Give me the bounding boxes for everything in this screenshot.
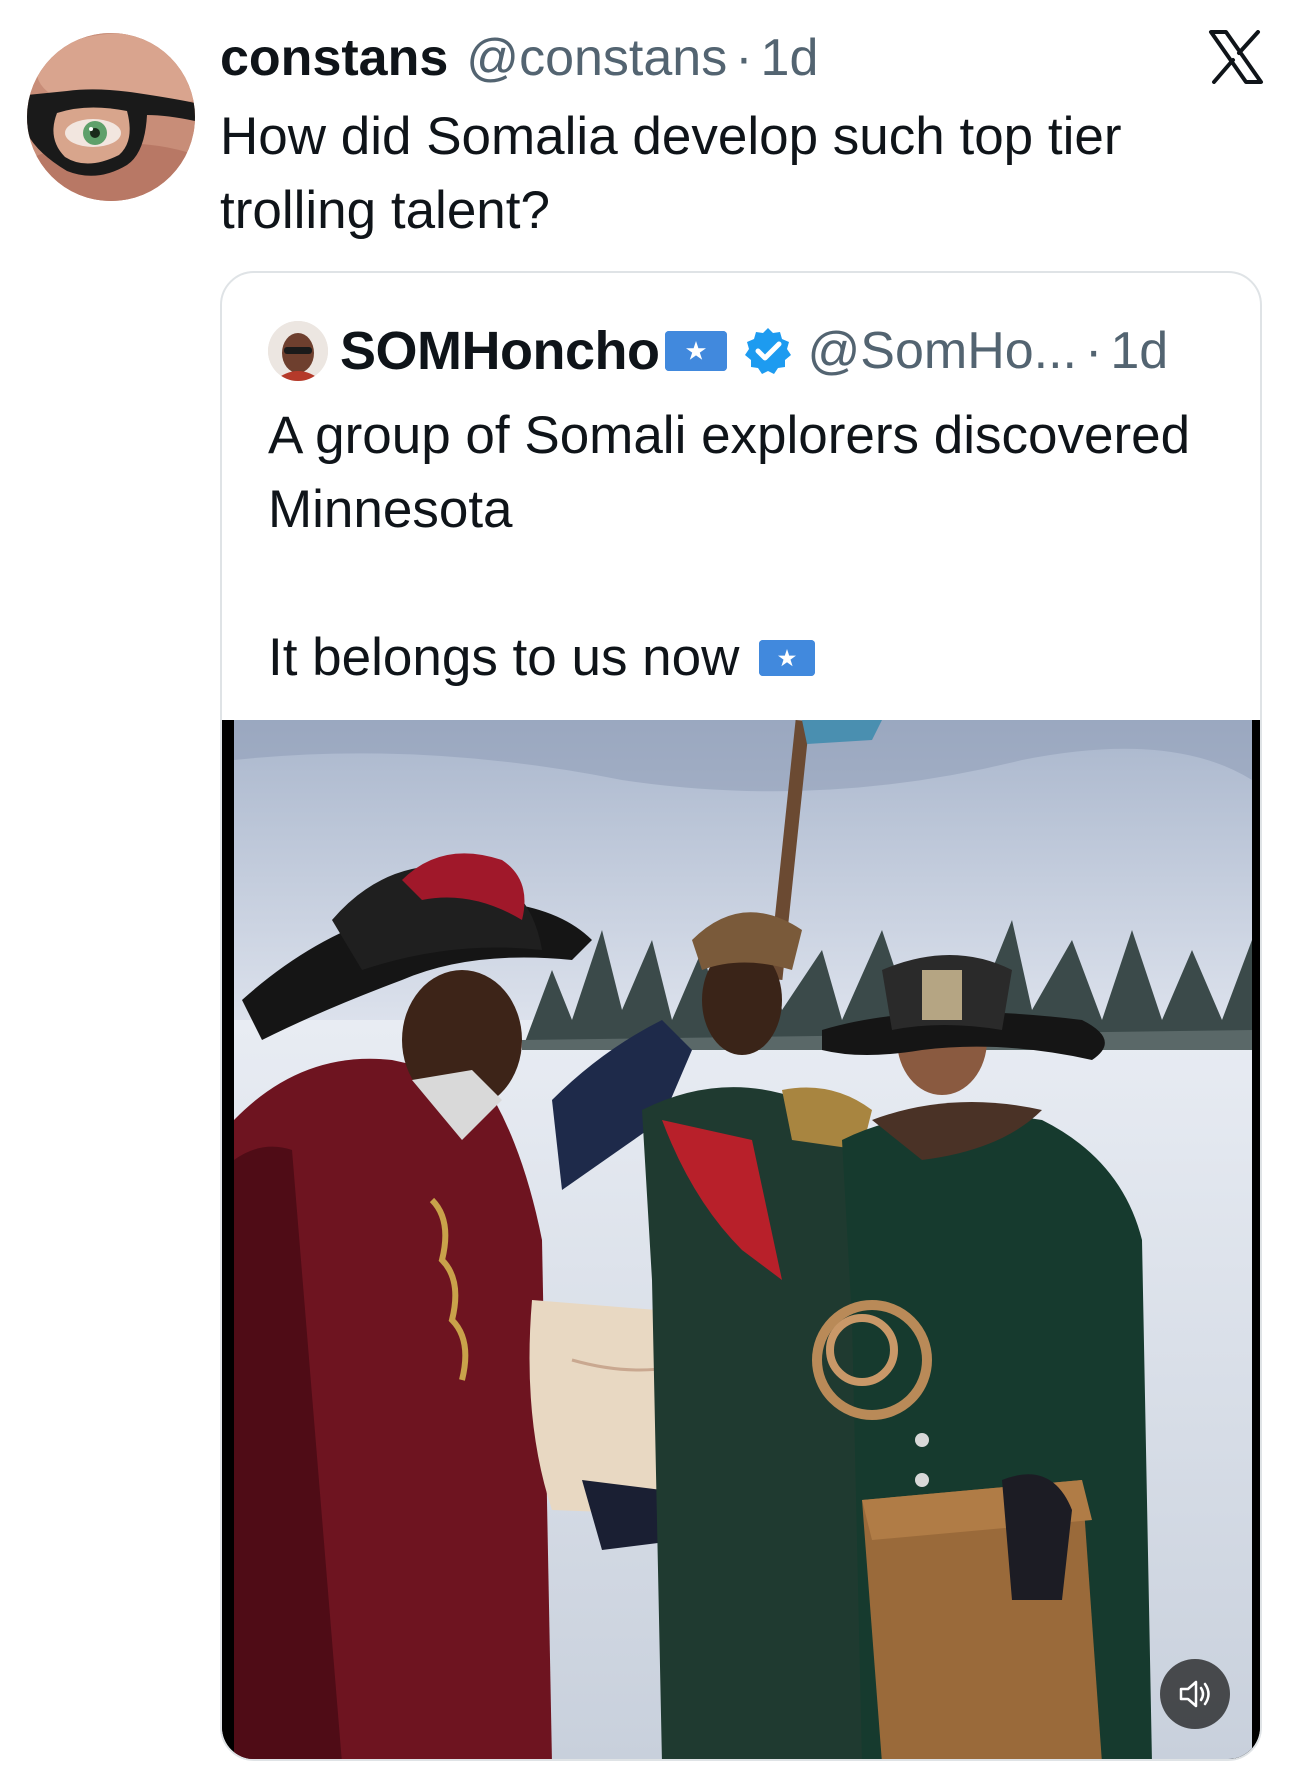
x-logo-icon	[1208, 30, 1264, 84]
author-handle[interactable]: @constans	[466, 28, 727, 88]
quoted-tweet-line-2: It belongs to us now	[268, 621, 1228, 695]
somalia-flag-icon	[665, 331, 728, 371]
quoted-tweet-timestamp[interactable]: 1d	[1110, 321, 1168, 381]
quoted-tweet-card[interactable]: SOMHoncho @SomHo... · 1d A group of Soma…	[220, 271, 1262, 1761]
verified-badge-icon	[745, 328, 792, 374]
separator-dot: ·	[735, 29, 753, 87]
quoted-author-name[interactable]: SOMHoncho	[340, 320, 660, 382]
tweet-text: How did Somalia develop such top tier tr…	[220, 107, 1122, 240]
quoted-author-avatar[interactable]	[268, 321, 328, 381]
somalia-flag-icon	[759, 640, 816, 676]
quoted-tweet-header: SOMHoncho @SomHo... · 1d	[268, 319, 1168, 383]
volume-button[interactable]	[1160, 1659, 1230, 1729]
volume-icon	[1179, 1680, 1210, 1708]
tweet-timestamp[interactable]: 1d	[761, 28, 819, 88]
separator-dot: ·	[1085, 322, 1103, 380]
video-player[interactable]	[222, 720, 1260, 1759]
video-frame	[222, 720, 1260, 1759]
tweet-header: constans @constans · 1d	[220, 28, 818, 88]
quoted-tweet-text: A group of Somali explorers discovered M…	[268, 399, 1228, 695]
quoted-author-handle[interactable]: @SomHo...	[807, 321, 1077, 381]
quoted-tweet-line-1: A group of Somali explorers discovered M…	[268, 406, 1191, 539]
avatar-image	[27, 33, 195, 201]
quoted-tweet-line-2-text: It belongs to us now	[268, 628, 740, 687]
author-avatar[interactable]	[27, 33, 195, 201]
author-name[interactable]: constans	[220, 28, 448, 88]
